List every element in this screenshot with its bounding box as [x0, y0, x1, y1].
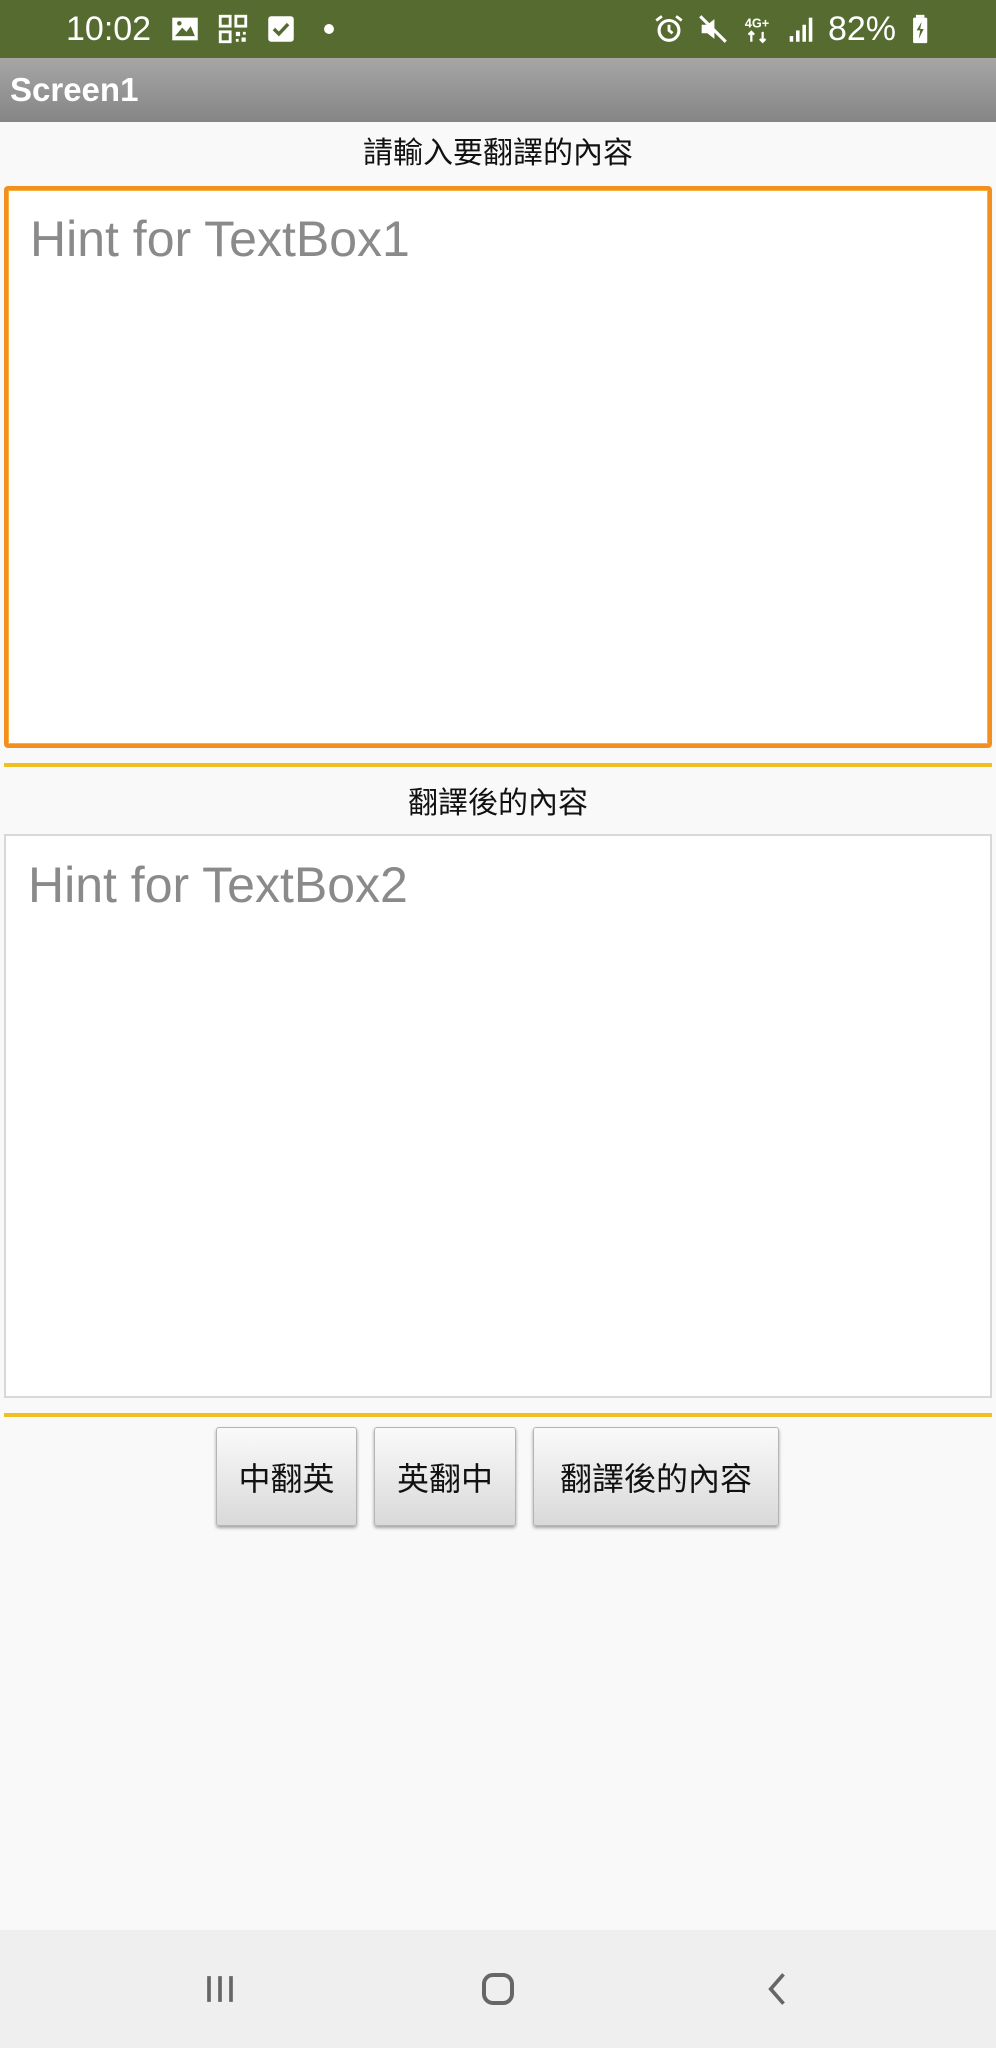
status-bar: 10:02 4G+ 82% — [0, 0, 996, 58]
divider — [4, 1413, 992, 1417]
home-button[interactable] — [458, 1954, 538, 2024]
qr-code-icon — [218, 14, 248, 44]
battery-charging-icon — [913, 14, 928, 44]
input-textbox[interactable] — [4, 186, 992, 748]
translated-content-button[interactable]: 翻譯後的內容 — [533, 1427, 779, 1526]
network-label: 4G+ — [745, 16, 769, 31]
status-right-icons: 4G+ 82% — [652, 9, 940, 49]
status-time: 10:02 — [66, 10, 152, 48]
alarm-icon — [655, 15, 683, 42]
signal-icon — [789, 17, 813, 42]
mute-icon — [699, 15, 727, 43]
screen-title: Screen1 — [10, 71, 139, 108]
checkbox-icon — [268, 16, 294, 42]
app-bar: Screen1 — [0, 58, 996, 122]
status-left-icons — [168, 12, 346, 46]
image-icon — [172, 17, 198, 41]
recents-button[interactable] — [180, 1954, 260, 2024]
home-icon — [482, 1973, 514, 2005]
input-label: 請輸入要翻譯的內容 — [363, 136, 633, 171]
output-textbox[interactable] — [4, 834, 992, 1398]
en-to-zh-button[interactable]: 英翻中 — [374, 1427, 516, 1526]
zh-to-en-button[interactable]: 中翻英 — [216, 1427, 357, 1526]
dot-icon — [324, 24, 334, 34]
back-button[interactable] — [738, 1954, 818, 2024]
battery-percentage: 82% — [827, 10, 896, 48]
navigation-bar — [0, 1930, 996, 2048]
recents-icon — [207, 1976, 233, 2002]
divider — [4, 763, 992, 767]
output-label: 翻譯後的內容 — [408, 786, 588, 821]
4g-icon: 4G+ — [745, 16, 769, 44]
back-icon — [768, 1973, 785, 2005]
button-row: 中翻英 英翻中 翻譯後的內容 — [0, 1427, 996, 1527]
